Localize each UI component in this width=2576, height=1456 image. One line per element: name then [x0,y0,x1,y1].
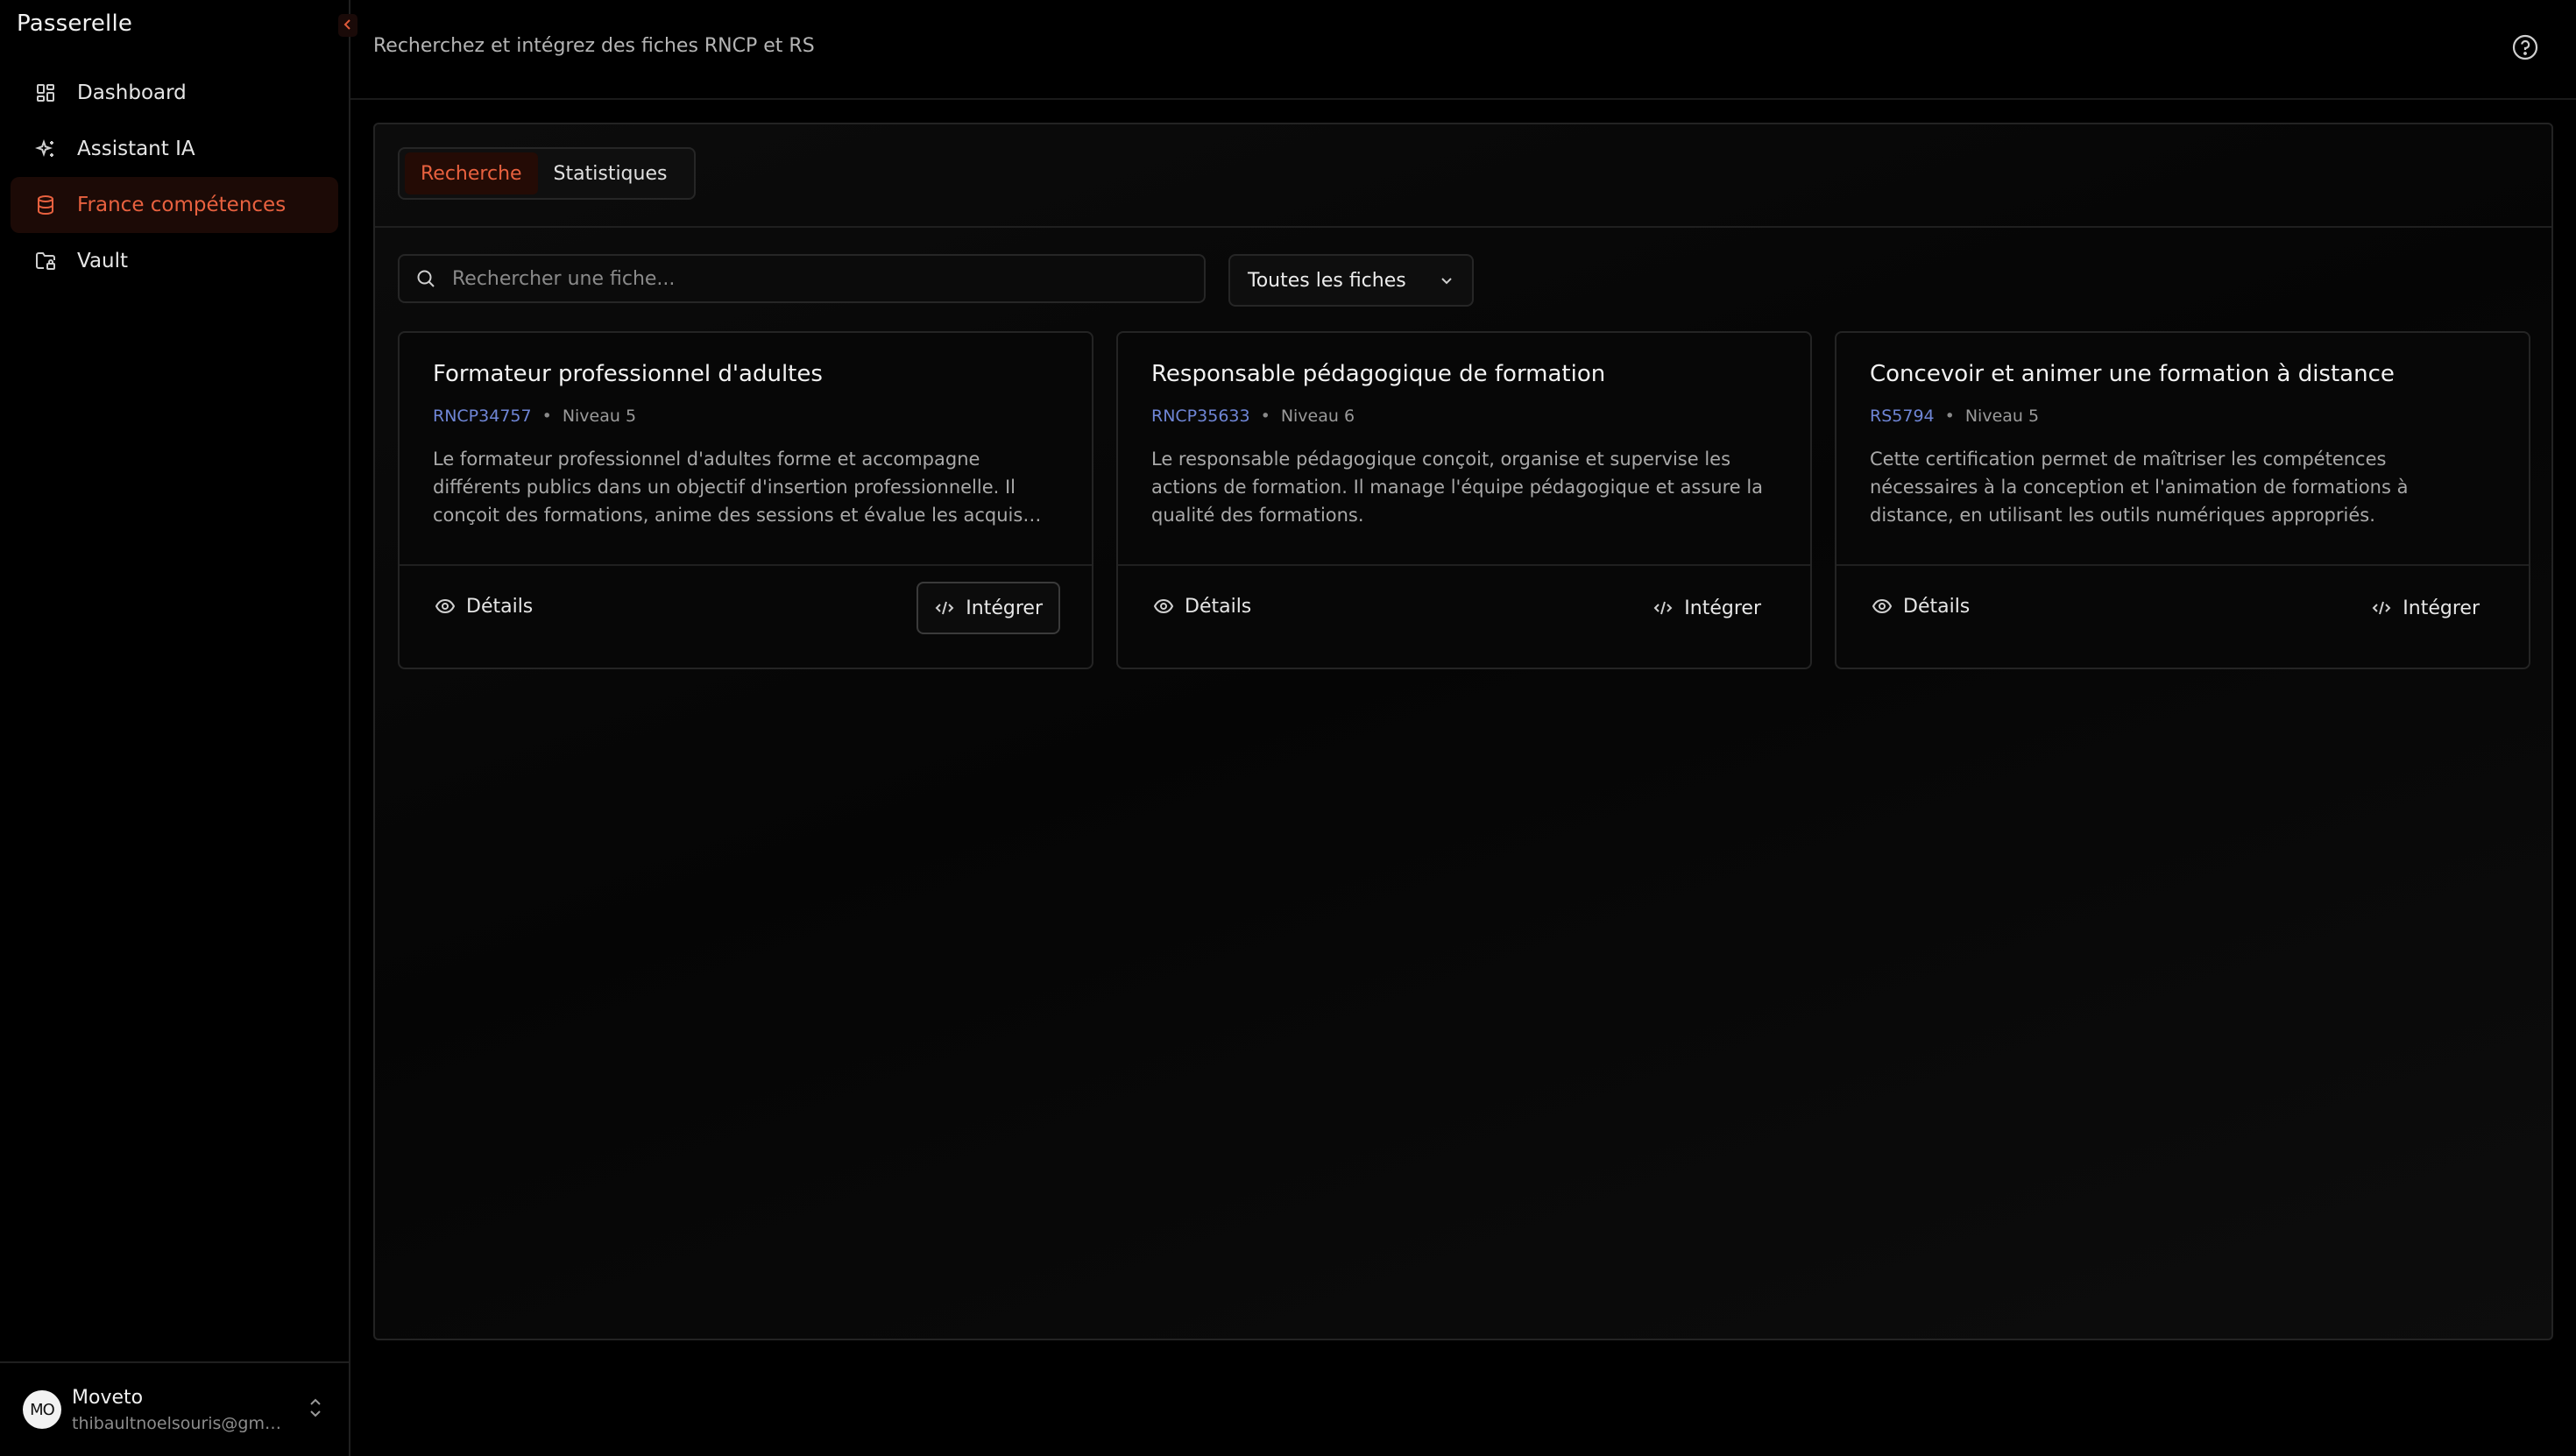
page-header: Recherchez et intégrez des fiches RNCP e… [350,0,2576,100]
integrate-label: Intégrer [1684,597,1761,619]
card-description: Cette certification permet de maîtriser … [1870,449,2409,526]
collapse-sidebar-button[interactable] [338,14,357,37]
fiche-card: Concevoir et animer une formation à dist… [1835,331,2530,669]
card-level: Niveau 5 [562,406,637,426]
sidebar-item-france-competences[interactable]: France compétences [11,177,338,233]
card-code: RNCP34757 [433,406,532,426]
search-input[interactable] [450,266,1172,291]
sidebar: Passerelle Dashboard Assistant IA France… [0,0,357,1456]
details-label: Détails [1185,595,1252,618]
app-brand: Passerelle [17,11,133,37]
user-email: thibaultnoelsouris@gmail.com [72,1413,291,1433]
eye-icon [1872,596,1893,617]
card-title: Concevoir et animer une formation à dist… [1870,361,2395,387]
details-label: Détails [1903,595,1971,618]
user-menu[interactable]: MO Moveto thibaultnoelsouris@gmail.com [0,1361,349,1456]
card-footer: Détails Intégrer [1118,564,1810,671]
code-icon [1652,597,1674,618]
tab-recherche[interactable]: Recherche [405,152,538,194]
card-code: RNCP35633 [1151,406,1250,426]
fiche-filter-select[interactable]: Toutes les fiches [1228,254,1474,307]
code-icon [934,597,955,618]
card-title: Responsable pédagogique de formation [1151,361,1606,387]
main-panel: Recherche Statistiques Toutes les fiches… [373,123,2553,1340]
card-footer: Détails Intégrer [400,564,1092,671]
avatar: MO [23,1390,61,1429]
details-button[interactable]: Détails [1137,582,1267,631]
card-level: Niveau 5 [1964,406,2040,426]
user-info: Moveto thibaultnoelsouris@gmail.com [72,1387,291,1433]
help-circle-icon[interactable] [2511,33,2539,61]
card-meta: RS5794 • Niveau 5 [1870,406,2039,426]
card-meta: RNCP34757 • Niveau 5 [433,406,636,426]
database-icon [33,193,58,217]
integrate-button[interactable]: Intégrer [916,582,1060,634]
fiche-card: Formateur professionnel d'adultes RNCP34… [398,331,1093,669]
meta-separator: • [541,406,552,426]
code-icon [2371,597,2392,618]
meta-separator: • [1260,406,1270,426]
sidebar-item-vault[interactable]: Vault [11,233,338,289]
search-icon [415,268,436,289]
card-title: Formateur professionnel d'adultes [433,361,823,387]
tab-statistiques[interactable]: Statistiques [538,152,683,194]
sparkles-icon [33,137,58,161]
filter-selected-value: Toutes les fiches [1248,269,1406,292]
eye-icon [1153,596,1174,617]
card-code: RS5794 [1870,406,1935,426]
folder-lock-icon [33,249,58,273]
dashboard-grid-icon [33,81,58,105]
details-button[interactable]: Détails [419,582,548,631]
details-button[interactable]: Détails [1856,582,1985,631]
sidebar-item-label: Assistant IA [77,138,195,160]
user-name: Moveto [72,1386,144,1409]
tab-list: Recherche Statistiques [398,147,696,200]
fiche-card: Responsable pédagogique de formation RNC… [1116,331,1812,669]
card-footer: Détails Intégrer [1836,564,2529,671]
sidebar-item-assistant-ia[interactable]: Assistant IA [11,121,338,177]
integrate-label: Intégrer [2403,597,2480,619]
meta-separator: • [1944,406,1955,426]
card-description: Le formateur professionnel d'adultes for… [433,449,1023,526]
details-label: Détails [466,595,534,618]
sidebar-item-label: France compétences [77,194,287,216]
integrate-button[interactable]: Intégrer [1635,582,1779,634]
chevron-down-icon [1439,272,1454,293]
card-meta: RNCP35633 • Niveau 6 [1151,406,1355,426]
sidebar-item-dashboard[interactable]: Dashboard [11,65,338,121]
sidebar-nav: Dashboard Assistant IA France compétence… [11,65,338,289]
panel-toolbar: Recherche Statistiques [375,124,2551,228]
integrate-label: Intégrer [966,597,1043,619]
eye-icon [435,596,456,617]
search-box [398,254,1206,303]
card-level: Niveau 6 [1280,406,1355,426]
integrate-button[interactable]: Intégrer [2353,582,2497,634]
chevron-left-icon [343,17,353,35]
chevrons-up-down-icon[interactable] [308,1396,322,1423]
sidebar-item-label: Dashboard [77,81,187,104]
sidebar-item-label: Vault [77,250,129,272]
card-description: Le responsable pédagogique conçoit, orga… [1151,449,1764,526]
page-subtitle: Recherchez et intégrez des fiches RNCP e… [373,35,815,57]
